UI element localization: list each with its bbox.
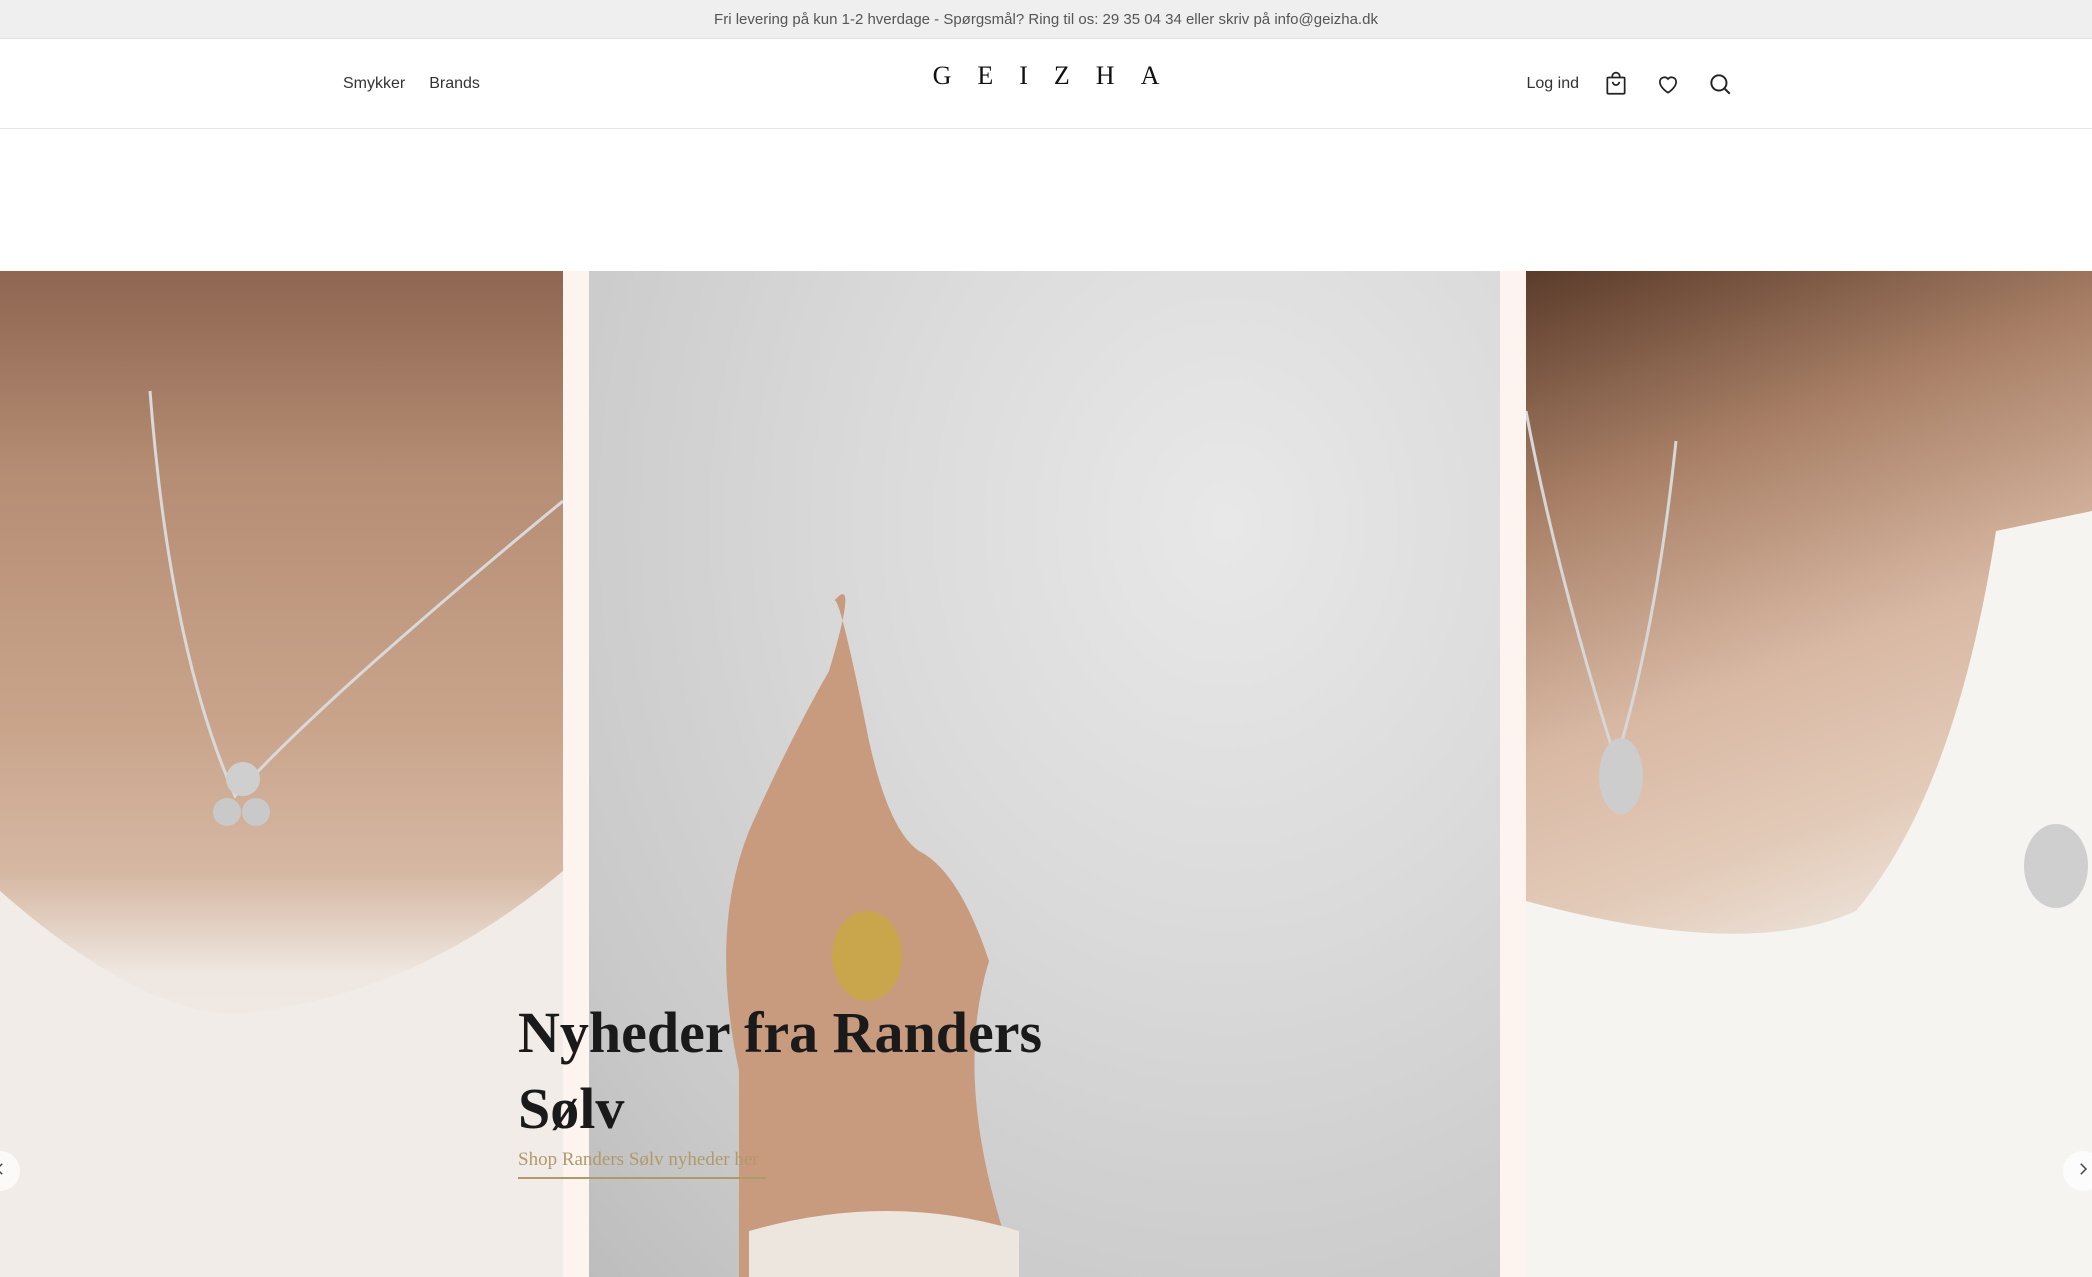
announcement-bar: Fri levering på kun 1-2 hverdage - Spørg… <box>0 0 2092 39</box>
nav-link-brands[interactable]: Brands <box>429 75 480 93</box>
nav-link-smykker[interactable]: Smykker <box>343 75 405 93</box>
login-link[interactable]: Log ind <box>1527 75 1580 93</box>
cart-icon[interactable] <box>1601 69 1631 99</box>
announcement-text: Fri levering på kun 1-2 hverdage - Spørg… <box>714 10 1378 28</box>
header-actions: Log ind <box>1527 39 1736 128</box>
site-header: Smykker Brands GEIZHA Log ind <box>0 39 2092 129</box>
search-icon[interactable] <box>1705 69 1735 99</box>
logo[interactable]: GEIZHA <box>0 61 2092 91</box>
hero-title-line-1: Nyheder fra Randers <box>518 1000 1043 1065</box>
slide-image-necklace-right[interactable] <box>1526 271 2092 1277</box>
heart-icon[interactable] <box>1653 69 1683 99</box>
slide-image-necklace-left[interactable] <box>0 271 563 1277</box>
chevron-left-icon <box>0 1160 9 1183</box>
hero-caption: Nyheder fra Randers Sølv Shop Randers Sø… <box>518 995 1078 1184</box>
hero-shop-link[interactable]: Shop Randers Sølv nyheder her <box>518 1149 766 1179</box>
pendant-illustration <box>1526 410 2092 1277</box>
hero-title: Nyheder fra Randers Sølv <box>518 995 1078 1147</box>
chevron-right-icon <box>2074 1160 2092 1183</box>
hero-title-line-2: Sølv <box>518 1076 625 1141</box>
main-nav: Smykker Brands <box>343 39 480 128</box>
necklace-illustration <box>0 390 563 1277</box>
